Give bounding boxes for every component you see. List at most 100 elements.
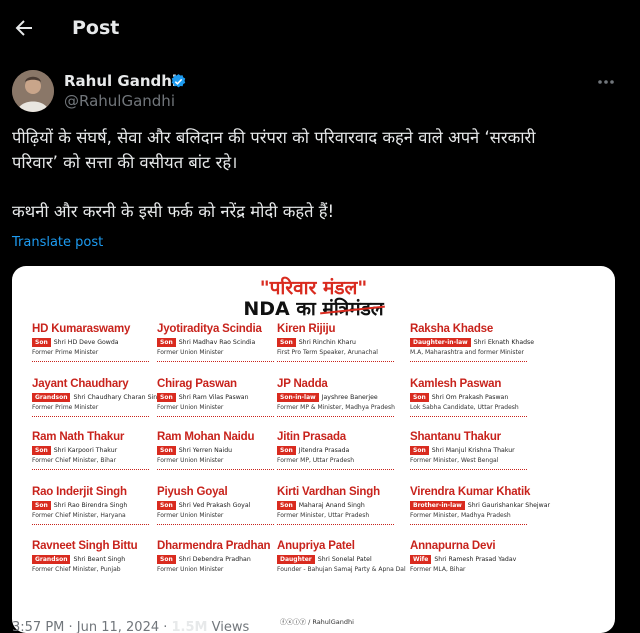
minister-name: Ram Mohan Naidu	[157, 431, 255, 443]
card-footer-handle: ⓕⓧⓘⓨ / RahulGandhi	[280, 618, 354, 626]
relative-role: Former MLA, Bihar	[410, 566, 466, 573]
minister-name: Raksha Khadse	[410, 323, 494, 335]
relative-role: Former MP, Uttar Pradesh	[277, 457, 355, 464]
relative-name: Shri Ram Vilas Paswan	[178, 394, 249, 401]
tweet-line: पीढ़ियों के संघर्ष, सेवा और बलिदान की पर…	[12, 128, 536, 147]
entry-divider	[277, 361, 394, 362]
relative-role: Former Prime Minister	[32, 404, 99, 411]
relation-badge: Son	[32, 446, 51, 455]
minister-name: Jayant Chaudhary	[32, 378, 129, 390]
relation-badge: Wife	[410, 555, 432, 564]
minister-name: Ram Nath Thakur	[32, 431, 125, 443]
minister-entry: Kirti Vardhan Singh Son Maharaj Anand Sing…	[277, 486, 407, 525]
minister-entry: Ram Nath Thakur Son Shri Karpoori Thakur Fo…	[32, 431, 162, 470]
minister-name: Jyotiraditya Scindia	[157, 323, 262, 335]
relative-name: Jitendra Prasada	[298, 447, 350, 454]
relative-role: Former Minister, West Bengal	[410, 457, 499, 464]
relative-name: Shri Om Prakash Paswan	[431, 394, 509, 401]
author-name[interactable]: Rahul Gandhi	[64, 72, 177, 90]
minister-entry: HD Kumaraswamy Son Shri HD Deve Gowda Forme…	[32, 323, 162, 362]
relation-line: Son Shri Debendra Pradhan	[157, 555, 287, 564]
card-subtitle-prefix: NDA का	[243, 298, 323, 320]
verified-badge-icon	[171, 74, 186, 88]
more-options-icon[interactable]	[596, 76, 616, 88]
entry-divider	[410, 361, 527, 362]
relation-badge: Grandson	[32, 555, 71, 564]
relative-name: Shri Rinchin Kharu	[298, 339, 356, 346]
relative-name: Shri Gaurishankar Shejwar	[467, 502, 551, 509]
entry-divider	[157, 361, 274, 362]
relative-name: Jayshree Banerjee	[321, 394, 378, 401]
relative-name: Shri Manjul Krishna Thakur	[431, 447, 515, 454]
back-arrow-icon[interactable]	[12, 16, 36, 40]
minister-name: Jitin Prasada	[277, 431, 346, 443]
post-timestamp[interactable]: 3:57 PM · Jun 11, 2024 ·	[12, 620, 172, 633]
relation-badge: Grandson	[32, 393, 71, 402]
minister-entry: Ram Mohan Naidu Son Shri Yerren Naidu Forme…	[157, 431, 287, 470]
minister-entry: Virendra Kumar Khatik Brother-in-law Shri …	[410, 486, 550, 525]
relative-name: Shri Sonelal Patel	[317, 556, 372, 563]
minister-entry: Shantanu Thakur Son Shri Manjul Krishna Th…	[410, 431, 540, 470]
relation-badge: Brother-in-law	[410, 501, 465, 510]
relative-role: Former Union Minister	[157, 404, 224, 411]
relation-line: Daughter-in-law Shri Eknath Khadse	[410, 338, 540, 347]
minister-name: Kirti Vardhan Singh	[277, 486, 380, 498]
relation-line: Son Shri Ram Vilas Paswan	[157, 393, 287, 402]
entry-divider	[277, 469, 394, 470]
minister-name: Kiren Rijiju	[277, 323, 336, 335]
relative-role: M.A, Maharashtra and former Minister	[410, 349, 525, 356]
minister-name: Piyush Goyal	[157, 486, 228, 498]
tweet-line: कथनी और करनी के इसी फर्क को नरेंद्र मोदी…	[12, 202, 335, 221]
relative-role: First Pro Term Speaker, Arunachal	[277, 349, 378, 356]
entry-divider	[32, 361, 149, 362]
entry-divider	[277, 524, 394, 525]
relative-name: Maharaj Anand Singh	[298, 502, 365, 509]
relation-badge: Son	[277, 338, 296, 347]
relative-role: Former Chief Minister, Bihar	[32, 457, 117, 464]
relation-badge: Son	[410, 393, 429, 402]
relation-line: Son Shri Karpoori Thakur	[32, 446, 162, 455]
minister-name: Annapurna Devi	[410, 540, 496, 552]
relation-badge: Son	[277, 501, 296, 510]
minister-entry: Jyotiraditya Scindia Son Shri Madhav Rao S…	[157, 323, 287, 362]
tweet-image-card[interactable]: "परिवार मंडल" NDA का मंत्रिमंडल HD Kumar…	[12, 266, 615, 633]
relation-line: Son Shri Rao Birendra Singh	[32, 501, 162, 510]
tweet-line: परिवार’ को सत्ता की वसीयत बांट रहे।	[12, 153, 238, 172]
minister-name: Dharmendra Pradhan	[157, 540, 271, 552]
relative-role: Former Chief Minister, Haryana	[32, 512, 126, 519]
relation-badge: Son	[410, 446, 429, 455]
minister-name: Kamlesh Paswan	[410, 378, 502, 390]
relative-name: Shri Yerren Naidu	[178, 447, 233, 454]
relation-badge: Son	[157, 555, 176, 564]
entry-divider	[410, 416, 527, 417]
post-meta: 3:57 PM · Jun 11, 2024 · 1.5M Views	[12, 620, 249, 633]
relative-role: Lok Sabha Candidate, Uttar Pradesh	[410, 404, 519, 411]
translate-post-link[interactable]: Translate post	[12, 235, 103, 250]
avatar[interactable]	[12, 70, 54, 112]
page-title: Post	[72, 17, 120, 39]
relation-line: Son Shri Madhav Rao Scindia	[157, 338, 287, 347]
relation-badge: Son	[32, 501, 51, 510]
relation-badge: Son-in-law	[277, 393, 319, 402]
minister-name: Virendra Kumar Khatik	[410, 486, 531, 498]
minister-entry: Kiren Rijiju Son Shri Rinchin Kharu First P…	[277, 323, 407, 362]
relative-role: Former Union Minister	[157, 566, 224, 573]
minister-name: Chirag Paswan	[157, 378, 237, 390]
author-handle[interactable]: @RahulGandhi	[64, 92, 175, 110]
relation-badge: Daughter-in-law	[410, 338, 471, 347]
minister-name: Shantanu Thakur	[410, 431, 501, 443]
relative-role: Former Union Minister	[157, 457, 224, 464]
relation-line: Son Shri Yerren Naidu	[157, 446, 287, 455]
minister-entry: Jayant Chaudhary Grandson Shri Chaudhary C…	[32, 378, 165, 417]
relative-role: Former Prime Minister	[32, 349, 99, 356]
relation-line: Wife Shri Ramesh Prasad Yadav	[410, 555, 540, 564]
minister-entry: Rao Inderjit Singh Son Shri Rao Birendra S…	[32, 486, 162, 525]
relation-badge: Son	[157, 393, 176, 402]
relation-line: Daughter Shri Sonelal Patel	[277, 555, 407, 564]
relation-line: Son Maharaj Anand Singh	[277, 501, 407, 510]
minister-entry: Annapurna Devi Wife Shri Ramesh Prasad Yad…	[410, 540, 540, 573]
minister-entry: Chirag Paswan Son Shri Ram Vilas Paswan For…	[157, 378, 287, 417]
relation-line: Son Shri HD Deve Gowda	[32, 338, 162, 347]
minister-name: Ravneet Singh Bittu	[32, 540, 138, 552]
minister-name: JP Nadda	[277, 378, 328, 390]
